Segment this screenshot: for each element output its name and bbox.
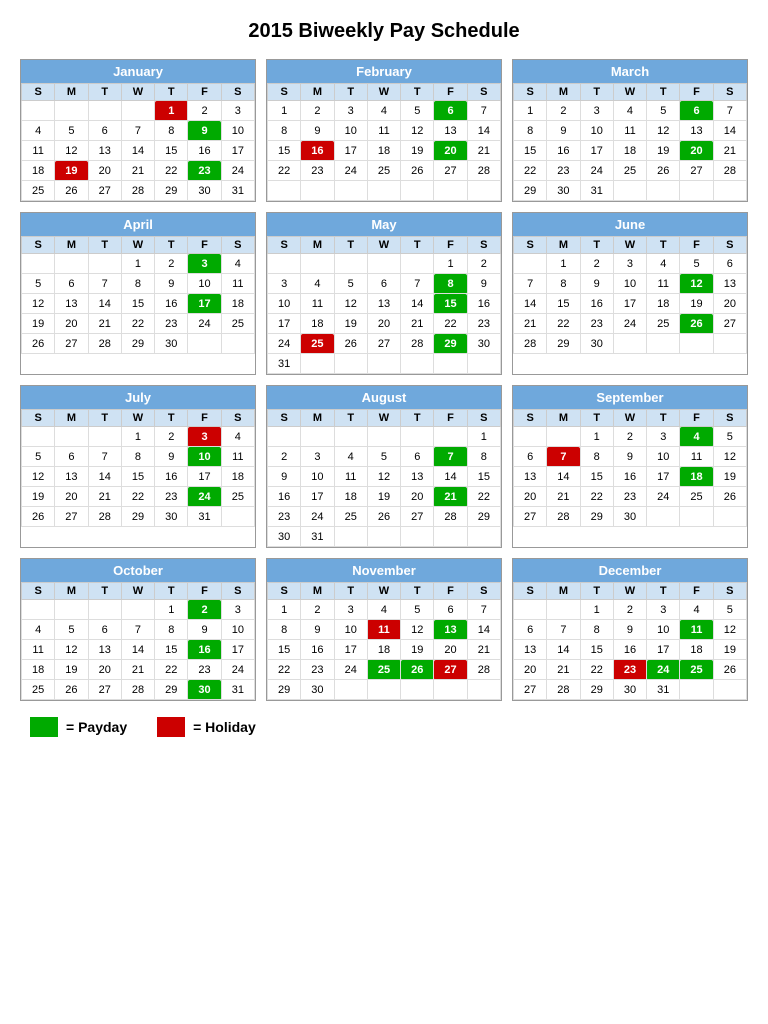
month-header-july: July <box>21 386 255 409</box>
month-june: June SMTWTFS 123456 78910111213 14151617… <box>512 212 748 375</box>
holiday-label: = Holiday <box>193 719 256 735</box>
holiday-color-box <box>157 717 185 737</box>
month-september: September SMTWTFS 12345 6789101112 13141… <box>512 385 748 548</box>
month-header-september: September <box>513 386 747 409</box>
month-february: February SMTWTFS 1234567 891011121314 15… <box>266 59 502 202</box>
month-header-january: January <box>21 60 255 83</box>
month-header-august: August <box>267 386 501 409</box>
month-header-june: June <box>513 213 747 236</box>
page-title: 2015 Biweekly Pay Schedule <box>20 20 748 43</box>
month-header-march: March <box>513 60 747 83</box>
payday-label: = Payday <box>66 719 127 735</box>
month-july: July SMTWTFS 1234 567891011 121314151617… <box>20 385 256 548</box>
month-november: November SMTWTFS 1234567 891011121314 15… <box>266 558 502 701</box>
month-header-april: April <box>21 213 255 236</box>
month-october: October SMTWTFS 123 45678910 11121314151… <box>20 558 256 701</box>
month-december: December SMTWTFS 12345 6789101112 131415… <box>512 558 748 701</box>
month-header-december: December <box>513 559 747 582</box>
month-header-october: October <box>21 559 255 582</box>
month-august: August SMTWTFS 1 2345678 9101112131415 1… <box>266 385 502 548</box>
payday-color-box <box>30 717 58 737</box>
legend: = Payday = Holiday <box>20 717 748 737</box>
month-header-february: February <box>267 60 501 83</box>
legend-holiday: = Holiday <box>157 717 256 737</box>
month-header-may: May <box>267 213 501 236</box>
month-january: January SMTWTFS 123 45678910 11121314151… <box>20 59 256 202</box>
month-march: March SMTWTFS 1234567 891011121314 15161… <box>512 59 748 202</box>
month-header-november: November <box>267 559 501 582</box>
calendars-grid: January SMTWTFS 123 45678910 11121314151… <box>20 59 748 701</box>
month-april: April SMTWTFS 1234 567891011 12131415161… <box>20 212 256 375</box>
month-may: May SMTWTFS 12 3456789 10111213141516 17… <box>266 212 502 375</box>
legend-payday: = Payday <box>30 717 127 737</box>
